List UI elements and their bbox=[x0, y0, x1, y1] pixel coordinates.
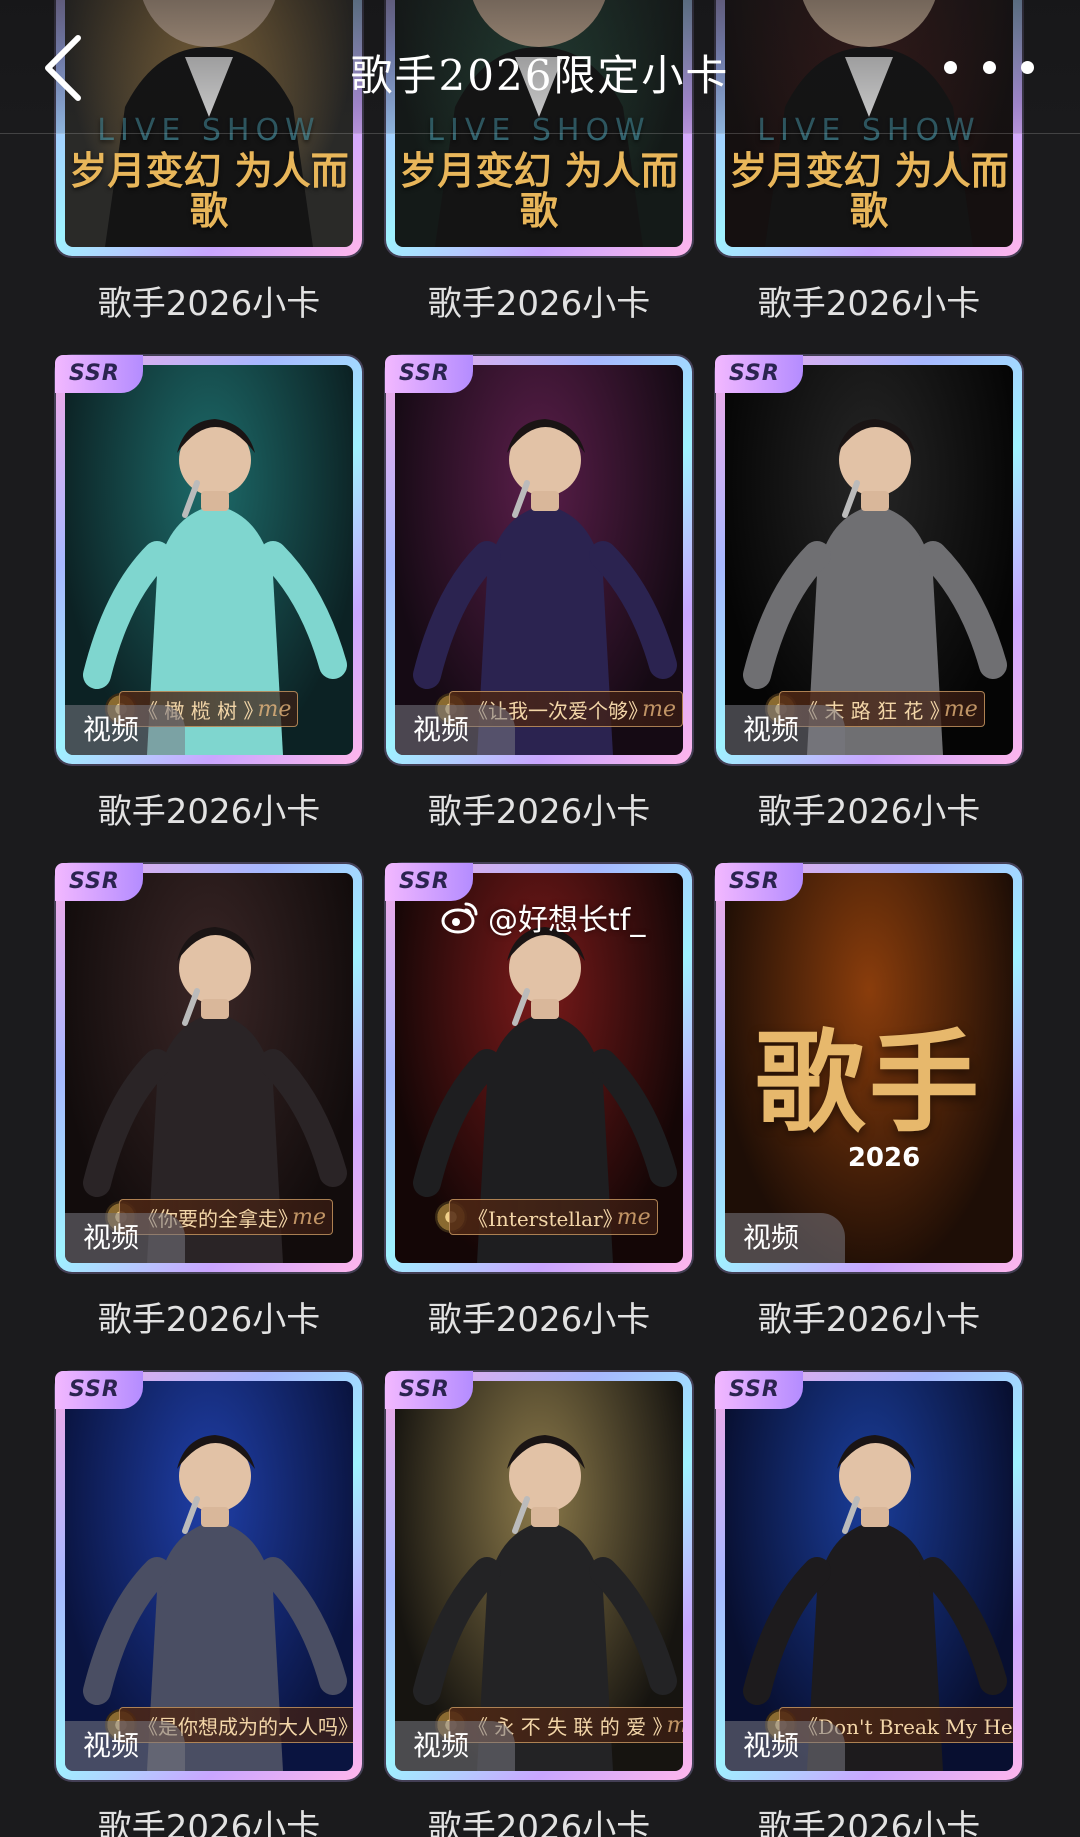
top-nav-bar: 歌手2026限定小卡 bbox=[0, 0, 1080, 134]
program-logo: 歌手 2026 bbox=[725, 993, 1013, 1173]
card-frame: 《是你想成为的大人吗》me视频SSR bbox=[55, 1371, 362, 1780]
ssr-badge: SSR bbox=[385, 1371, 473, 1409]
card-label: 歌手2026小卡 bbox=[97, 1300, 321, 1340]
card-item[interactable]: 《Interstellar》 me SSR 歌手2026小卡 bbox=[385, 863, 692, 1372]
me-mark-icon: me bbox=[257, 696, 292, 722]
card-item[interactable]: 歌手 2026 视频 SSR 歌手2026小卡 bbox=[715, 863, 1022, 1372]
card-label: 歌手2026小卡 bbox=[757, 1808, 981, 1837]
card-photo: 《 永 不 失 联 的 爱 》me视频 bbox=[395, 1381, 683, 1771]
card-label: 歌手2026小卡 bbox=[757, 284, 981, 324]
card-label: 歌手2026小卡 bbox=[97, 284, 321, 324]
card-item[interactable]: 《 橄 榄 树 》 me 视频 SSR 歌手2026小卡 bbox=[55, 355, 362, 864]
slogan-text: 岁月变幻 为人而歌 bbox=[399, 148, 679, 233]
weibo-logo-icon bbox=[441, 902, 478, 934]
weibo-watermark: @好想长tf_ bbox=[440, 895, 645, 939]
card-item[interactable]: 《 永 不 失 联 的 爱 》me视频SSR歌手2026小卡 bbox=[385, 1371, 692, 1837]
ssr-badge: SSR bbox=[385, 355, 473, 393]
dot bbox=[982, 60, 996, 74]
ssr-badge: SSR bbox=[715, 355, 803, 393]
video-tag: 视频 bbox=[395, 705, 515, 755]
card-frame: 《 末 路 狂 花 》 me 视频 SSR bbox=[715, 355, 1022, 764]
card-label: 歌手2026小卡 bbox=[757, 792, 981, 832]
slogan-text: 岁月变幻 为人而歌 bbox=[69, 148, 349, 233]
card-item[interactable]: 《让我一次爱个够》 me 视频 SSR 歌手2026小卡 bbox=[385, 355, 692, 864]
ssr-badge: SSR bbox=[715, 1371, 803, 1409]
watermark-text: @好想长tf_ bbox=[488, 903, 646, 938]
me-mark-icon: me bbox=[292, 1204, 326, 1230]
song-title-banner: 《Interstellar》 me bbox=[449, 1199, 658, 1235]
card-frame: 《你要的全拿走》 me 视频 SSR bbox=[55, 863, 362, 1272]
card-label: 歌手2026小卡 bbox=[427, 792, 651, 832]
card-label: 歌手2026小卡 bbox=[757, 1300, 981, 1340]
card-photo: 《 末 路 狂 花 》 me 视频 bbox=[725, 365, 1013, 755]
me-mark-icon: me bbox=[667, 1713, 683, 1738]
card-label: 歌手2026小卡 bbox=[427, 284, 651, 324]
card-photo: 《Don't Break My Heart》me视频 bbox=[725, 1381, 1013, 1771]
ssr-badge: SSR bbox=[55, 863, 143, 901]
video-tag: 视频 bbox=[65, 705, 185, 755]
ssr-badge: SSR bbox=[55, 1371, 143, 1409]
page-title: 歌手2026限定小卡 bbox=[350, 51, 730, 100]
me-mark-icon: me bbox=[352, 1713, 353, 1738]
me-mark-icon: me bbox=[616, 1204, 651, 1230]
me-mark-icon: me bbox=[642, 696, 676, 722]
card-item[interactable]: 《你要的全拿走》 me 视频 SSR 歌手2026小卡 bbox=[55, 863, 362, 1372]
more-options-icon[interactable] bbox=[944, 52, 1034, 82]
video-tag: 视频 bbox=[65, 1721, 185, 1771]
song-title: 《Interstellar》 bbox=[468, 1206, 623, 1231]
card-frame: 歌手 2026 视频 SSR bbox=[715, 863, 1022, 1272]
dot bbox=[1021, 60, 1034, 74]
program-logo-text: 歌手 bbox=[755, 1018, 983, 1147]
video-tag: 视频 bbox=[395, 1721, 515, 1771]
ssr-badge: SSR bbox=[55, 355, 143, 393]
card-frame: 《 橄 榄 树 》 me 视频 SSR bbox=[55, 355, 362, 764]
card-item[interactable]: 《是你想成为的大人吗》me视频SSR歌手2026小卡 bbox=[55, 1371, 362, 1837]
video-tag: 视频 bbox=[725, 705, 845, 755]
card-photo: 《 橄 榄 树 》 me 视频 bbox=[65, 365, 353, 755]
card-frame: 《Don't Break My Heart》me视频SSR bbox=[715, 1371, 1022, 1780]
card-item[interactable]: 《Don't Break My Heart》me视频SSR 歌手2026小卡 bbox=[715, 1371, 1022, 1837]
card-photo: 《让我一次爱个够》 me 视频 bbox=[395, 365, 683, 755]
card-photo: 《你要的全拿走》 me 视频 bbox=[65, 873, 353, 1263]
header-divider bbox=[0, 133, 1080, 134]
card-item[interactable]: 《 末 路 狂 花 》 me 视频 SSR 歌手2026小卡 bbox=[715, 355, 1022, 864]
card-frame: 《让我一次爱个够》 me 视频 SSR bbox=[385, 355, 692, 764]
card-photo: 歌手 2026 视频 bbox=[725, 873, 1013, 1263]
card-label: 歌手2026小卡 bbox=[97, 792, 321, 832]
video-tag: 视频 bbox=[725, 1213, 845, 1263]
ssr-badge: SSR bbox=[715, 863, 803, 901]
card-label: 歌手2026小卡 bbox=[427, 1300, 651, 1340]
card-label: 歌手2026小卡 bbox=[97, 1808, 321, 1837]
me-mark-icon: me bbox=[943, 696, 978, 722]
video-tag: 视频 bbox=[65, 1213, 185, 1263]
card-frame: 《 永 不 失 联 的 爱 》me视频SSR bbox=[385, 1371, 692, 1780]
card-label: 歌手2026小卡 bbox=[427, 1808, 651, 1837]
slogan-text: 岁月变幻 为人而歌 bbox=[729, 148, 1009, 233]
card-photo: 《是你想成为的大人吗》me视频 bbox=[65, 1381, 353, 1771]
dot bbox=[944, 60, 957, 74]
video-tag: 视频 bbox=[725, 1721, 845, 1771]
